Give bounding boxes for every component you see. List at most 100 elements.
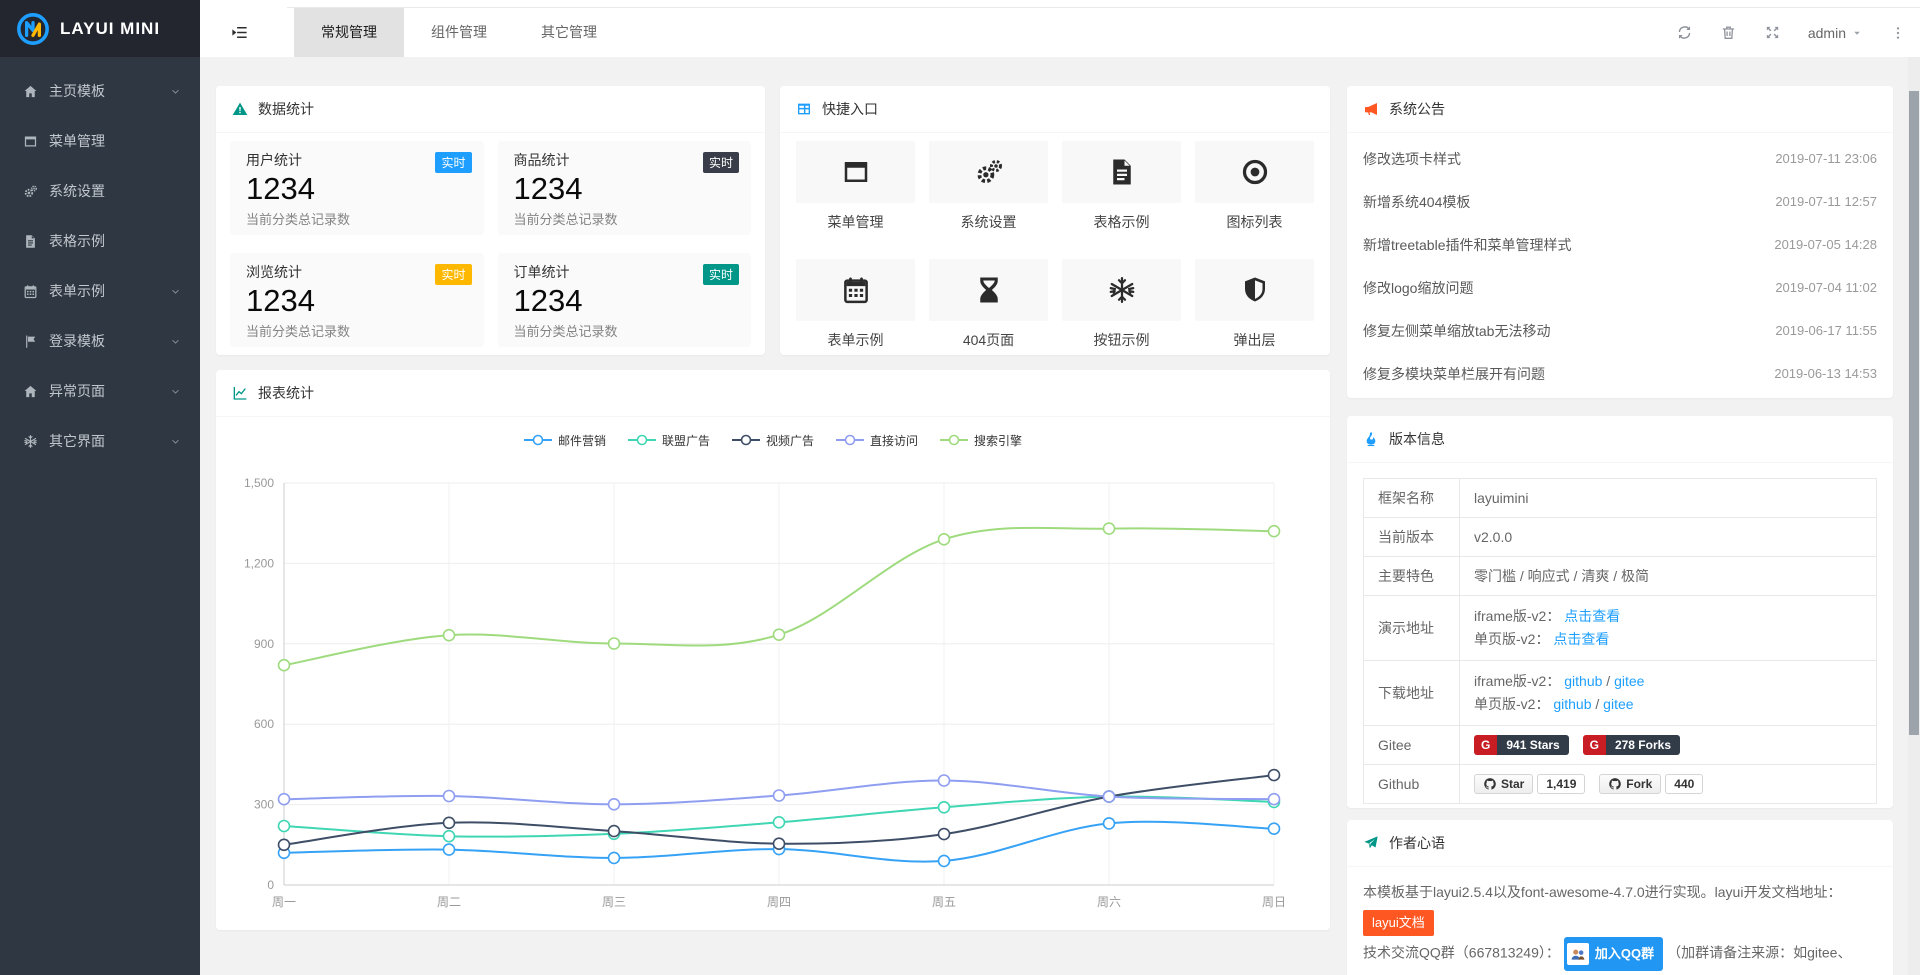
download-links: iframe版-v2： github / gitee 单页版-v2： githu… [1460, 661, 1877, 726]
svg-text:周四: 周四 [767, 895, 791, 909]
sidebar-item-label: 异常页面 [49, 381, 105, 401]
layui-doc-badge[interactable]: layui文档 [1363, 910, 1434, 936]
stats-card: 数据统计 用户统计 实时 1234 当前分类总记录数 商品统计 实时 1234 … [216, 86, 765, 355]
more-menu-button[interactable] [1890, 25, 1906, 41]
author-line1: 本模板基于layui2.5.4以及font-awesome-4.7.0进行实现。… [1363, 884, 1841, 900]
table-row: 当前版本 v2.0.0 [1364, 518, 1877, 557]
paper-plane-icon [1363, 835, 1379, 851]
report-chart-svg: 03006009001,2001,500周一周二周三周四周五周六周日 [232, 459, 1314, 921]
stat-value: 1234 [514, 170, 736, 209]
download-iframe-gitee-link[interactable]: gitee [1614, 673, 1644, 689]
table-row: 下载地址 iframe版-v2： github / gitee 单页版-v2： … [1364, 661, 1877, 726]
svg-text:周一: 周一 [272, 895, 296, 909]
github-fork-button[interactable]: Fork [1599, 774, 1661, 794]
gitee-stars-badge[interactable]: G 941 Stars [1474, 735, 1569, 755]
gitee-icon: G [1583, 735, 1606, 755]
file-icon [22, 234, 39, 249]
gitee-badges: G 941 Stars G 278 Forks [1460, 726, 1877, 765]
stat-label: 浏览统计 [246, 262, 468, 282]
join-qq-group-button[interactable]: 加入QQ群 [1564, 937, 1663, 971]
sidebar-menu: 主页模板 菜单管理 系统设置 表格示例 表单示例 登录模板 异常页面 [0, 57, 200, 466]
sidebar: LAYUI MINI 主页模板 菜单管理 系统设置 表格示例 表单示例 登录模板 [0, 0, 200, 975]
tab-general-manage[interactable]: 常规管理 [294, 8, 404, 57]
legend-item[interactable]: 视频广告 [732, 432, 814, 449]
github-buttons: Star 1,419 Fork 440 [1460, 765, 1877, 804]
download-single-gitee-link[interactable]: gitee [1603, 696, 1633, 712]
download-iframe-github-link[interactable]: github [1564, 673, 1602, 689]
sidebar-item-login-templates[interactable]: 登录模板 [0, 316, 200, 366]
download-single-github-link[interactable]: github [1553, 696, 1591, 712]
legend-item[interactable]: 邮件营销 [524, 432, 606, 449]
announcements-card-title: 系统公告 [1389, 99, 1445, 119]
announcement-row: 修改logo缩放问题 2019-07-04 11:02 [1347, 266, 1893, 309]
quick-item-button-demo[interactable]: 按钮示例 [1062, 259, 1181, 350]
version-card: 版本信息 框架名称 layuimini 当前版本 v2.0.0 主要特色 零门槛… [1347, 416, 1893, 808]
quick-entry-card: 快捷入口 菜单管理 系统设置 表格示例 图标列表 表单示例 [780, 86, 1330, 355]
report-card-title: 报表统计 [258, 383, 314, 403]
home-icon [22, 384, 39, 399]
sidebar-item-menu-manage[interactable]: 菜单管理 [0, 116, 200, 166]
qq-group-icon [1569, 945, 1587, 963]
svg-text:0: 0 [267, 878, 274, 892]
flag-icon [22, 334, 39, 349]
sidebar-item-system-settings[interactable]: 系统设置 [0, 166, 200, 216]
scrollbar-thumb[interactable] [1909, 91, 1919, 735]
version-card-title: 版本信息 [1389, 429, 1445, 449]
clear-cache-button[interactable] [1720, 24, 1737, 41]
stats-grid: 用户统计 实时 1234 当前分类总记录数 商品统计 实时 1234 当前分类总… [216, 133, 765, 355]
author-card-header: 作者心语 [1347, 820, 1893, 867]
chart-legend: 邮件营销 联盟广告 视频广告 直接访问 搜索引擎 [216, 429, 1330, 451]
sidebar-item-table-demo[interactable]: 表格示例 [0, 216, 200, 266]
stats-card-header: 数据统计 [216, 86, 765, 133]
demo-single-link[interactable]: 点击查看 [1553, 631, 1609, 647]
refresh-button[interactable] [1676, 24, 1693, 41]
app-logo[interactable]: LAYUI MINI [0, 0, 200, 57]
tab-other-manage[interactable]: 其它管理 [514, 8, 624, 57]
stat-panel-goods: 商品统计 实时 1234 当前分类总记录数 [498, 141, 752, 235]
announcement-row: 新增系统404模板 2019-07-11 12:57 [1347, 180, 1893, 223]
trash-icon [1720, 24, 1737, 41]
github-star-button[interactable]: Star [1474, 774, 1533, 794]
fire-icon [1363, 431, 1379, 447]
quick-item-icon-list[interactable]: 图标列表 [1195, 141, 1314, 232]
stat-value: 1234 [246, 170, 468, 209]
legend-marker-icon [836, 434, 864, 446]
sidebar-item-error-pages[interactable]: 异常页面 [0, 366, 200, 416]
stat-desc: 当前分类总记录数 [246, 209, 468, 228]
table-row: Gitee G 941 Stars G 278 Forks [1364, 726, 1877, 765]
github-star-count[interactable]: 1,419 [1537, 774, 1585, 794]
sidebar-item-form-demo[interactable]: 表单示例 [0, 266, 200, 316]
quick-item-system-settings[interactable]: 系统设置 [929, 141, 1048, 232]
demo-iframe-link[interactable]: 点击查看 [1564, 608, 1620, 624]
sidebar-item-home-templates[interactable]: 主页模板 [0, 66, 200, 116]
quick-item-table-demo[interactable]: 表格示例 [1062, 141, 1181, 232]
fullscreen-button[interactable] [1764, 24, 1781, 41]
stat-label: 商品统计 [514, 150, 736, 170]
calendar-icon [22, 284, 39, 299]
github-fork-count[interactable]: 440 [1665, 774, 1703, 794]
gitee-forks-badge[interactable]: G 278 Forks [1583, 735, 1680, 755]
page-scrollbar [1908, 57, 1920, 975]
expand-icon [1764, 24, 1781, 41]
gears-icon [974, 157, 1004, 187]
legend-item[interactable]: 搜索引擎 [940, 432, 1022, 449]
quick-item-menu-manage[interactable]: 菜单管理 [796, 141, 915, 232]
tab-component-manage[interactable]: 组件管理 [404, 8, 514, 57]
table-row: 主要特色 零门槛 / 响应式 / 清爽 / 极简 [1364, 557, 1877, 596]
legend-item[interactable]: 联盟广告 [628, 432, 710, 449]
legend-item[interactable]: 直接访问 [836, 432, 918, 449]
quick-item-form-demo[interactable]: 表单示例 [796, 259, 915, 350]
sidebar-collapse-button[interactable] [230, 8, 249, 57]
status-badge: 实时 [703, 264, 739, 285]
user-dropdown[interactable]: admin [1808, 25, 1863, 41]
outdent-icon [230, 23, 249, 42]
quick-item-popup-layer[interactable]: 弹出层 [1195, 259, 1314, 350]
shield-icon [1240, 275, 1270, 305]
announcement-row: 修复多模块菜单栏展开有问题 2019-06-13 14:53 [1347, 352, 1893, 395]
gears-icon [22, 184, 39, 199]
stat-desc: 当前分类总记录数 [514, 209, 736, 228]
quick-item-404-page[interactable]: 404页面 [929, 259, 1048, 350]
sidebar-item-other-ui[interactable]: 其它界面 [0, 416, 200, 466]
sidebar-item-label: 菜单管理 [49, 131, 105, 151]
window-grid-icon [796, 101, 812, 117]
